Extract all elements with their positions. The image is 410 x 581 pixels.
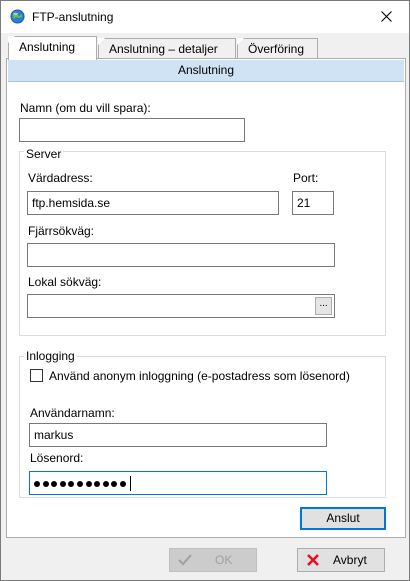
close-button[interactable] (363, 1, 409, 32)
password-dot (111, 480, 118, 487)
username-label: Användarnamn: (30, 406, 115, 420)
password-mask (34, 476, 129, 490)
local-path-label: Lokal sökväg: (28, 275, 102, 289)
connect-button[interactable]: Anslut (300, 507, 386, 530)
window-title: FTP-anslutning (32, 10, 114, 24)
tab-label: Anslutning – detaljer (109, 42, 218, 56)
login-legend: Inlogging (24, 349, 77, 363)
tab-label: Anslutning (19, 40, 76, 54)
name-label: Namn (om du vill spara): (20, 101, 151, 115)
tab-panel: Anslutning Namn (om du vill spara): Serv… (6, 58, 406, 538)
browse-button[interactable]: ... (315, 297, 332, 315)
title-bar: FTP-anslutning (1, 1, 409, 33)
password-dot (42, 480, 49, 487)
text-caret (129, 476, 131, 492)
remote-path-label: Fjärrsökväg: (28, 224, 95, 238)
port-label: Port: (293, 171, 319, 185)
password-dot (102, 480, 109, 487)
password-input[interactable] (29, 471, 327, 495)
globe-icon (10, 9, 25, 24)
anonymous-login-checkbox[interactable] (30, 369, 43, 382)
tab-anslutning[interactable]: Anslutning (8, 36, 97, 60)
anonymous-login-label[interactable]: Använd anonym inloggning (e-postadress s… (49, 369, 350, 383)
name-input[interactable] (19, 118, 245, 142)
tab-overforing[interactable]: Överföring (237, 38, 318, 59)
tab-label: Överföring (248, 42, 305, 56)
red-x-icon (307, 554, 319, 566)
password-label: Lösenord: (30, 451, 84, 465)
password-dot (119, 480, 126, 487)
remote-path-input[interactable] (27, 243, 335, 267)
username-input[interactable]: markus (29, 423, 327, 447)
password-dot (94, 480, 101, 487)
cancel-button[interactable]: Avbryt (297, 548, 385, 572)
ok-label: OK (215, 553, 233, 567)
close-icon (380, 11, 392, 22)
local-path-input[interactable]: ... (27, 294, 335, 318)
tab-strip: Anslutning Anslutning – detaljer Överför… (6, 36, 406, 60)
tab-anslutning-detaljer[interactable]: Anslutning – detaljer (98, 38, 236, 59)
panel-header: Anslutning (8, 60, 404, 82)
server-legend: Server (24, 147, 64, 161)
ok-button[interactable]: OK (169, 548, 257, 572)
password-dot (85, 480, 92, 487)
password-dot (59, 480, 66, 487)
port-input[interactable]: 21 (292, 191, 334, 215)
password-dot (51, 480, 58, 487)
host-label: Värdadress: (28, 171, 93, 185)
ftp-connection-dialog: FTP-anslutning Anslutning Anslutning – d… (0, 0, 410, 581)
password-dot (68, 480, 75, 487)
password-dot (76, 480, 83, 487)
host-input[interactable]: ftp.hemsida.se (27, 191, 279, 215)
password-dot (34, 480, 40, 487)
cancel-label: Avbryt (333, 553, 367, 567)
checkmark-icon (178, 554, 192, 566)
